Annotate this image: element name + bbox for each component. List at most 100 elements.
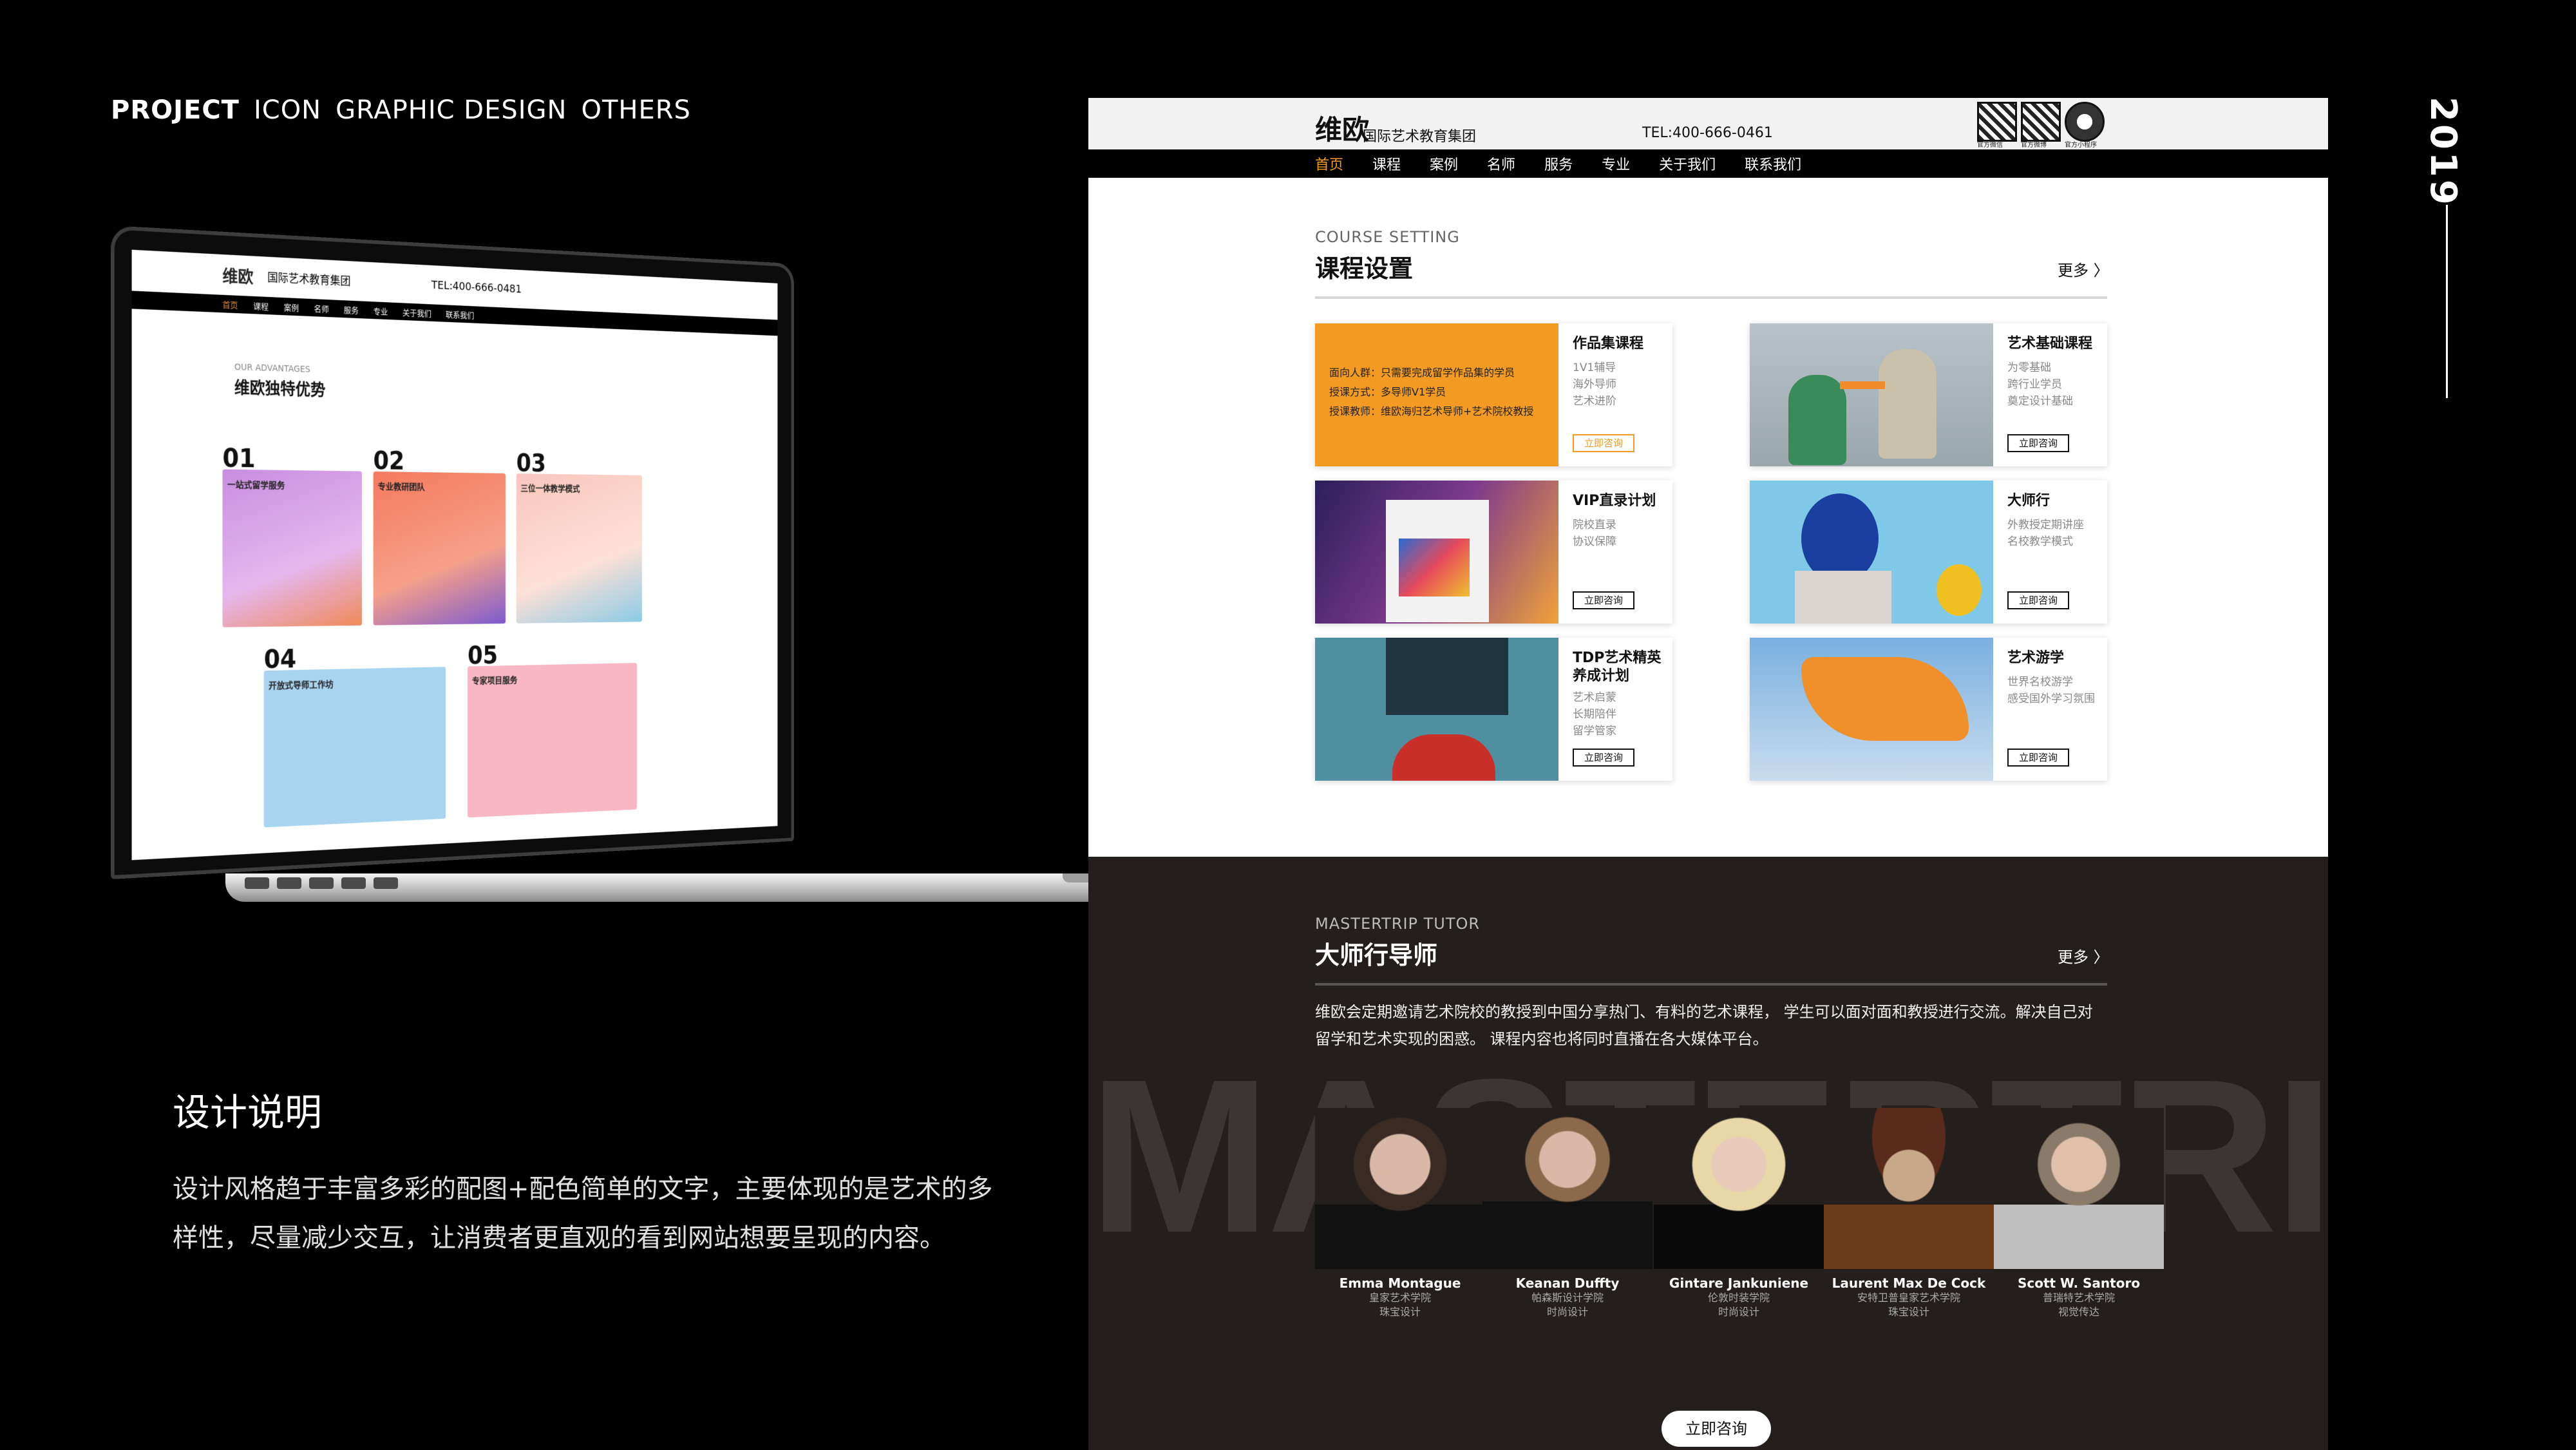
- site-nav: 首页 课程 案例 名师 服务 专业 关于我们 联系我们: [1088, 149, 2328, 178]
- tutor-major: 时尚设计: [1718, 1306, 1759, 1318]
- qr-label: 官方小程序: [2065, 142, 2097, 149]
- consult-button[interactable]: 立即咨询: [2007, 749, 2069, 767]
- course-image: 面向人群：只需要完成留学作品集的学员 授课方式：多导师V1学员 授课教师：维欧海…: [1315, 323, 1558, 466]
- mini-org: 国际艺术教育集团: [267, 271, 351, 289]
- tutor-card[interactable]: Scott W. Santoro 普瑞特艺术学院 视觉传达: [1994, 1108, 2164, 1319]
- site-nav-teachers[interactable]: 名师: [1487, 153, 1515, 174]
- course-desc: 外教授定期讲座: [2007, 519, 2084, 531]
- site-nav-contact[interactable]: 联系我们: [1745, 153, 1801, 174]
- advantage-card-5[interactable]: 05 专家项目服务: [468, 642, 637, 818]
- tutor-card[interactable]: Gintare Jankuniene 伦敦时装学院 时尚设计: [1654, 1108, 1824, 1319]
- year-text: 2019: [2422, 97, 2464, 207]
- course-desc: 留学管家: [1573, 725, 1616, 738]
- course-desc: 为零基础: [2007, 361, 2051, 374]
- course-title: 大师行: [2007, 493, 2050, 509]
- site-org-name: 国际艺术教育集团: [1363, 129, 1477, 145]
- laptop-screen: 维欧 国际艺术教育集团 TEL:400-666-0481 首页 课程 案例 名师…: [131, 249, 778, 861]
- master-section-sub: MASTERTRIP TUTOR: [1315, 915, 1481, 933]
- master-divider: [1315, 983, 2107, 986]
- qr-code-icon: [1977, 102, 2017, 142]
- mini-nav-item[interactable]: 课程: [253, 299, 269, 312]
- nav-project[interactable]: PROJECT: [111, 95, 240, 125]
- consult-button[interactable]: 立即咨询: [1573, 434, 1634, 452]
- site-nav-home[interactable]: 首页: [1315, 153, 1343, 174]
- tutor-major: 视觉传达: [2058, 1306, 2099, 1318]
- nav-icon[interactable]: ICON: [254, 95, 321, 125]
- course-card-vip[interactable]: VIP直录计划 院校直录 协议保障 立即咨询: [1315, 481, 1672, 624]
- advantage-card-3[interactable]: 03 三位一体教学模式: [516, 450, 642, 624]
- top-nav: PROJECT ICON GRAPHIC DESIGN OTHERS: [111, 95, 691, 125]
- site-logo[interactable]: 维欧: [1315, 108, 1369, 148]
- course-card-study-tour[interactable]: 艺术游学 世界名校游学 感受国外学习氛围 立即咨询: [1750, 638, 2107, 781]
- master-consult-button[interactable]: 立即咨询: [1662, 1411, 1771, 1447]
- promo-line: 授课教师：维欧海归艺术导师+艺术院校教授: [1329, 405, 1534, 417]
- tutor-name: Scott W. Santoro: [2017, 1275, 2141, 1291]
- laptop-ports: [245, 877, 398, 889]
- tutor-school: 普瑞特艺术学院: [2042, 1292, 2115, 1304]
- mini-nav-item[interactable]: 专业: [374, 305, 388, 316]
- course-desc: 艺术进阶: [1573, 395, 1616, 408]
- advantage-card-1[interactable]: 01 一站式留学服务: [222, 444, 363, 627]
- mini-nav-item[interactable]: 联系我们: [446, 308, 474, 320]
- card-number: 02: [373, 446, 405, 476]
- tutor-card[interactable]: Emma Montague 皇家艺术学院 珠宝设计: [1315, 1108, 1485, 1319]
- mini-nav-item[interactable]: 首页: [222, 298, 238, 310]
- consult-button[interactable]: 立即咨询: [2007, 434, 2069, 452]
- tutor-photo: [1994, 1108, 2164, 1269]
- year-divider: [2446, 205, 2448, 398]
- card-title: 专家项目服务: [471, 675, 518, 687]
- course-desc: 1V1辅导: [1573, 361, 1616, 374]
- nav-graphic-design[interactable]: GRAPHIC DESIGN: [336, 95, 567, 125]
- qr-label: 官方微信: [1977, 142, 2003, 149]
- site-nav-majors[interactable]: 专业: [1602, 153, 1630, 174]
- course-desc: 感受国外学习氛围: [2007, 692, 2095, 705]
- consult-button[interactable]: 立即咨询: [1573, 749, 1634, 767]
- site-header: 维欧 国际艺术教育集团 TEL:400-666-0461 官方微信 官方微博 官…: [1088, 98, 2328, 149]
- course-image: [1750, 638, 1993, 781]
- advantage-card-2[interactable]: 02 专业教研团队: [373, 447, 506, 625]
- course-more-link[interactable]: 更多 〉: [2058, 258, 2109, 280]
- card-number: 04: [263, 645, 297, 674]
- card-number: 05: [468, 642, 498, 671]
- nav-others[interactable]: OTHERS: [581, 95, 690, 125]
- mini-section-title: 维欧独特优势: [234, 378, 326, 401]
- card-number: 03: [516, 449, 546, 478]
- design-description-title: 设计说明: [173, 1091, 323, 1134]
- master-section-title: 大师行导师: [1315, 941, 1438, 969]
- course-card-mastertrip[interactable]: 大师行 外教授定期讲座 名校教学模式 立即咨询: [1750, 481, 2107, 624]
- course-section-title: 课程设置: [1315, 254, 1414, 283]
- tutor-photo: [1824, 1108, 1994, 1269]
- master-intro: 维欧会定期邀请艺术院校的教授到中国分享热门、有料的艺术课程， 学生可以面对面和教…: [1315, 1003, 2093, 1048]
- design-description-text: 设计风格趋于丰富多彩的配图+配色简单的文字，主要体现的是艺术的多样性，尽量减少交…: [173, 1174, 993, 1253]
- consult-button[interactable]: 立即咨询: [1573, 591, 1634, 609]
- course-desc: 海外导师: [1573, 378, 1616, 391]
- tutor-school: 帕森斯设计学院: [1531, 1292, 1604, 1304]
- mini-nav-item[interactable]: 服务: [344, 303, 359, 315]
- site-nav-cases[interactable]: 案例: [1430, 153, 1458, 174]
- master-more-link[interactable]: 更多 〉: [2058, 944, 2109, 967]
- course-card-tdp[interactable]: TDP艺术精英养成计划 艺术启蒙 长期陪伴 留学管家 立即咨询: [1315, 638, 1672, 781]
- consult-button[interactable]: 立即咨询: [2007, 591, 2069, 609]
- tutor-card[interactable]: Keanan Duffty 帕森斯设计学院 时尚设计: [1482, 1108, 1653, 1319]
- course-image: [1315, 481, 1558, 624]
- mini-section-sub: OUR ADVANTAGES: [234, 362, 310, 375]
- course-desc: 奠定设计基础: [2007, 395, 2073, 408]
- mini-nav-item[interactable]: 名师: [314, 302, 329, 314]
- tutor-name: Keanan Duffty: [1515, 1275, 1620, 1291]
- site-nav-about[interactable]: 关于我们: [1659, 153, 1716, 174]
- site-nav-courses[interactable]: 课程: [1372, 153, 1401, 174]
- website-screenshot: 维欧 国际艺术教育集团 TEL:400-666-0461 官方微信 官方微博 官…: [1088, 98, 2328, 1450]
- site-nav-service[interactable]: 服务: [1544, 153, 1573, 174]
- promo-line: 面向人群：只需要完成留学作品集的学员: [1329, 367, 1515, 379]
- tutor-major: 珠宝设计: [1888, 1306, 1929, 1318]
- mini-nav-item[interactable]: 关于我们: [402, 306, 431, 318]
- card-title: 开放式导师工作坊: [269, 680, 334, 692]
- course-card-portfolio[interactable]: 面向人群：只需要完成留学作品集的学员 授课方式：多导师V1学员 授课教师：维欧海…: [1315, 323, 1672, 466]
- card-number: 01: [222, 444, 256, 474]
- mini-nav-item[interactable]: 案例: [284, 300, 299, 313]
- course-card-art-basics[interactable]: 艺术基础课程 为零基础 跨行业学员 奠定设计基础 立即咨询: [1750, 323, 2107, 466]
- advantage-card-4[interactable]: 04 开放式导师工作坊: [263, 645, 446, 828]
- course-section: COURSE SETTING 课程设置 更多 〉 面向人群：只需要完成留学作品集…: [1088, 178, 2328, 854]
- tutor-card[interactable]: Laurent Max De Cock 安特卫普皇家艺术学院 珠宝设计: [1824, 1108, 1994, 1319]
- course-desc: 艺术启蒙: [1573, 691, 1616, 704]
